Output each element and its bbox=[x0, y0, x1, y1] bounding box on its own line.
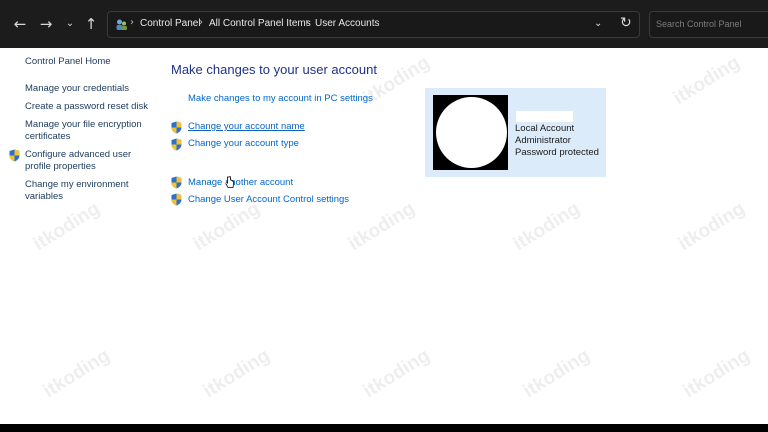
watermark-logo: itkoding bbox=[199, 345, 274, 403]
uac-settings-link[interactable]: Change User Account Control settings bbox=[188, 194, 349, 205]
sidebar-item-label: profile properties bbox=[25, 161, 96, 172]
uac-shield-icon bbox=[171, 176, 182, 189]
account-info-panel: Local Account Administrator Password pro… bbox=[425, 88, 606, 177]
sidebar-item-password-reset-disk[interactable]: Create a password reset disk bbox=[25, 101, 148, 113]
account-type-label: Local Account bbox=[515, 123, 575, 134]
refresh-button[interactable]: ↻ bbox=[620, 15, 632, 31]
change-account-name-link[interactable]: Change your account name bbox=[188, 121, 305, 132]
recent-locations-button[interactable]: ⌄ bbox=[60, 14, 80, 34]
account-name-redacted bbox=[516, 111, 573, 122]
search-placeholder: Search Control Panel bbox=[656, 19, 742, 29]
refresh-icon: ↻ bbox=[620, 15, 632, 31]
account-status-label: Password protected bbox=[515, 147, 599, 158]
address-bar[interactable]: › Control Panel › All Control Panel Item… bbox=[107, 11, 640, 38]
up-button[interactable]: ↑ bbox=[81, 14, 101, 34]
watermark-logo: itkoding bbox=[39, 345, 114, 403]
hand-cursor-icon bbox=[226, 176, 234, 188]
arrow-up-icon: ↑ bbox=[84, 15, 98, 33]
breadcrumb-separator: › bbox=[305, 17, 309, 28]
breadcrumb-control-panel[interactable]: Control Panel bbox=[140, 18, 201, 29]
forward-button[interactable]: → bbox=[36, 14, 56, 34]
watermark-logo: itkoding bbox=[344, 198, 419, 256]
watermark-logo: itkoding bbox=[29, 198, 104, 256]
control-panel-icon bbox=[116, 19, 127, 30]
sidebar-item-advanced-profile[interactable]: Configure advanced user profile properti… bbox=[25, 149, 131, 173]
sidebar-item-control-panel-home[interactable]: Control Panel Home bbox=[25, 56, 111, 68]
sidebar-item-environment-variables[interactable]: Change my environment variables bbox=[25, 179, 129, 203]
taskbar bbox=[0, 424, 768, 432]
sidebar-item-label: certificates bbox=[25, 131, 71, 142]
watermark-logo: itkoding bbox=[519, 345, 594, 403]
search-input[interactable]: Search Control Panel bbox=[649, 11, 768, 38]
back-button[interactable]: ← bbox=[10, 14, 30, 34]
watermark-logo: itkoding bbox=[509, 198, 584, 256]
arrow-right-icon: → bbox=[39, 15, 53, 33]
uac-shield-icon bbox=[171, 121, 182, 134]
uac-shield-icon bbox=[9, 149, 20, 162]
change-account-type-link[interactable]: Change your account type bbox=[188, 138, 299, 149]
sidebar-item-label: Change my environment bbox=[25, 179, 129, 190]
sidebar-item-manage-credentials[interactable]: Manage your credentials bbox=[25, 83, 129, 95]
sidebar-item-label: Configure advanced user bbox=[25, 149, 132, 160]
watermark-logo: itkoding bbox=[674, 198, 749, 256]
control-panel-content: itkoding itkoding itkoding itkoding itko… bbox=[0, 48, 768, 424]
chevron-down-icon: ⌄ bbox=[65, 18, 75, 29]
uac-shield-icon bbox=[171, 193, 182, 206]
page-title: Make changes to your user account bbox=[171, 62, 377, 77]
watermark-logo: itkoding bbox=[679, 345, 754, 403]
address-dropdown-button[interactable]: ⌄ bbox=[594, 18, 602, 29]
sidebar-item-file-encryption[interactable]: Manage your file encryption certificates bbox=[25, 119, 142, 143]
chevron-down-icon: ⌄ bbox=[594, 18, 603, 29]
breadcrumb-separator: › bbox=[130, 17, 134, 28]
pc-settings-link[interactable]: Make changes to my account in PC setting… bbox=[188, 93, 373, 104]
avatar-image bbox=[436, 97, 507, 168]
manage-another-account-link[interactable]: Manage another account bbox=[188, 177, 293, 188]
watermark-logo: itkoding bbox=[669, 52, 744, 110]
arrow-left-icon: ← bbox=[13, 15, 27, 33]
sidebar-item-label: Manage your file encryption bbox=[25, 119, 142, 130]
breadcrumb-user-accounts[interactable]: User Accounts bbox=[315, 18, 379, 29]
watermark-logo: itkoding bbox=[189, 198, 264, 256]
sidebar-item-label: variables bbox=[25, 191, 64, 202]
navigation-bar: ← → ⌄ ↑ › Control Panel › All Control Pa… bbox=[0, 0, 768, 48]
uac-shield-icon bbox=[171, 138, 182, 151]
breadcrumb-separator: › bbox=[199, 17, 203, 28]
avatar bbox=[433, 95, 508, 170]
account-role-label: Administrator bbox=[515, 135, 571, 146]
watermark-logo: itkoding bbox=[359, 345, 434, 403]
breadcrumb-all-items[interactable]: All Control Panel Items bbox=[209, 18, 311, 29]
